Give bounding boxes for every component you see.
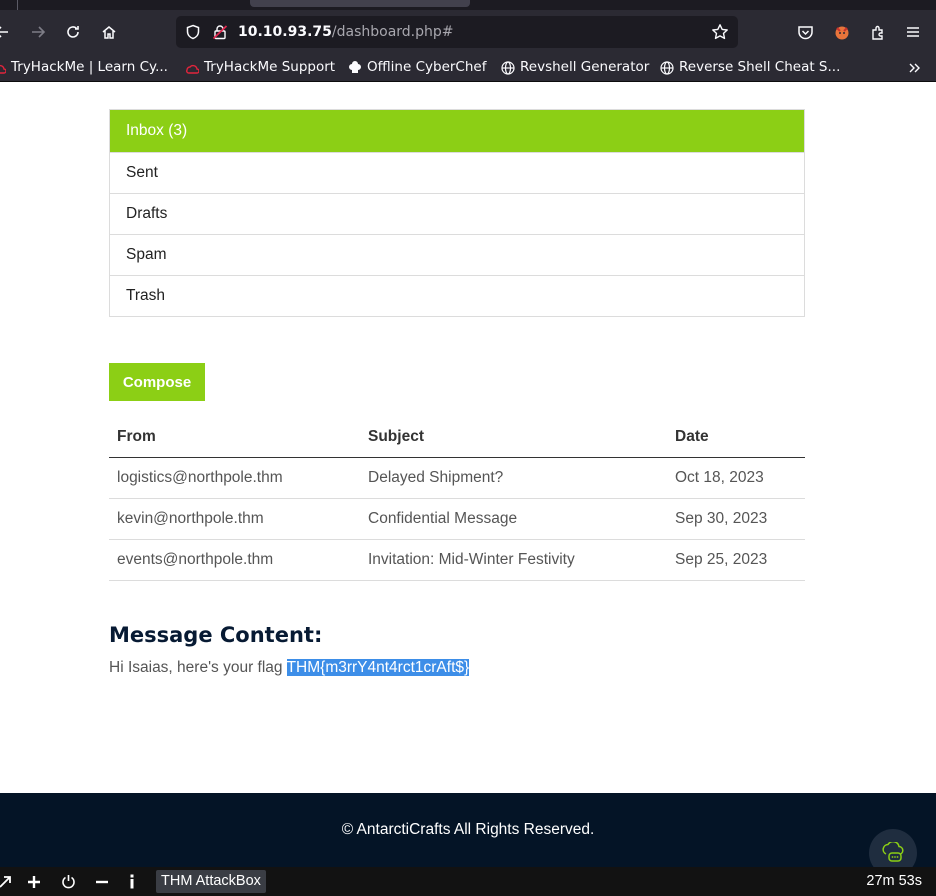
email-from: logistics@northpole.thm <box>109 457 360 499</box>
email-date: Sep 30, 2023 <box>667 498 805 540</box>
folder-list: Inbox (3) Sent Drafts Spam Trash <box>109 109 805 317</box>
reload-icon[interactable] <box>59 10 87 54</box>
bookmark-label: Revshell Generator <box>520 59 650 75</box>
browser-toolbar: 10.10.93.75/dashboard.php# <box>0 10 936 54</box>
table-row[interactable]: kevin@northpole.thm Confidential Message… <box>109 498 805 540</box>
extension-fox-icon[interactable] <box>828 10 856 54</box>
table-row[interactable]: logistics@northpole.thm Delayed Shipment… <box>109 457 805 499</box>
bookmark-label: Reverse Shell Cheat S... <box>679 59 841 75</box>
folder-trash[interactable]: Trash <box>110 275 804 316</box>
pocket-icon[interactable] <box>791 10 819 54</box>
email-date: Oct 18, 2023 <box>667 457 805 499</box>
home-icon[interactable] <box>95 10 123 54</box>
bookmark-label: Offline CyberChef <box>367 59 487 75</box>
table-row[interactable]: events@northpole.thm Invitation: Mid-Win… <box>109 539 805 581</box>
hamburger-menu-icon[interactable] <box>899 10 927 54</box>
folder-spam[interactable]: Spam <box>110 234 804 275</box>
forward-arrow-icon[interactable] <box>24 10 52 54</box>
tab-strip <box>0 0 936 10</box>
attackbox-taskbar: THM AttackBox 27m 53s <box>0 867 936 896</box>
bookmark-label: TryHackMe Support <box>204 59 336 75</box>
bookmark-reverse-shell-cheat-sheet[interactable]: Reverse Shell Cheat S... <box>660 54 840 81</box>
email-subject[interactable]: Invitation: Mid-Winter Festivity <box>360 539 667 581</box>
expand-icon[interactable] <box>0 867 16 896</box>
email-subject[interactable]: Delayed Shipment? <box>360 457 667 499</box>
url-text[interactable]: 10.10.93.75/dashboard.php# <box>238 16 454 48</box>
address-bar[interactable]: 10.10.93.75/dashboard.php# <box>176 16 738 48</box>
column-header-date: Date <box>667 417 805 458</box>
session-timer: 27m 53s <box>866 873 922 889</box>
taskbar-app-attackbox[interactable]: THM AttackBox <box>156 870 266 893</box>
active-tab[interactable] <box>250 0 470 7</box>
plus-icon[interactable] <box>23 867 45 896</box>
bookmark-tryhackme[interactable]: TryHackMe | Learn Cy... <box>0 54 168 81</box>
site-footer: © AntarctiCrafts All Rights Reserved. <box>0 793 936 867</box>
email-table: From Subject Date logistics@northpole.th… <box>109 417 805 581</box>
folder-inbox[interactable]: Inbox (3) <box>110 110 804 152</box>
compose-button[interactable]: Compose <box>109 363 205 401</box>
chef-hat-icon <box>348 60 362 75</box>
extensions-icon[interactable] <box>864 10 892 54</box>
insecure-lock-icon[interactable] <box>212 16 228 48</box>
bookmark-revshell-generator[interactable]: Revshell Generator <box>501 54 649 81</box>
page-content: Inbox (3) Sent Drafts Spam Trash Compose… <box>0 82 936 793</box>
info-icon[interactable] <box>121 867 143 896</box>
chevrons-right-icon[interactable] <box>908 54 922 81</box>
email-from: events@northpole.thm <box>109 539 360 581</box>
url-path: /dashboard.php# <box>331 24 454 40</box>
message-content-title: Message Content: <box>109 623 323 647</box>
flag-text[interactable]: THM{m3rrY4nt4rct1crAft$} <box>286 659 470 676</box>
bookmarks-toolbar: TryHackMe | Learn Cy... TryHackMe Suppor… <box>0 54 936 82</box>
url-host: 10.10.93.75 <box>238 24 332 40</box>
tryhackme-icon <box>185 61 199 75</box>
back-arrow-icon[interactable] <box>0 10 16 54</box>
folder-sent[interactable]: Sent <box>110 152 804 193</box>
email-date: Sep 25, 2023 <box>667 539 805 581</box>
footer-copyright: © AntarctiCrafts All Rights Reserved. <box>341 821 595 838</box>
shield-icon[interactable] <box>185 16 201 48</box>
folder-drafts[interactable]: Drafts <box>110 193 804 234</box>
minus-icon[interactable] <box>91 867 113 896</box>
column-header-subject: Subject <box>360 417 667 458</box>
bookmark-tryhackme-support[interactable]: TryHackMe Support <box>185 54 335 81</box>
email-from: kevin@northpole.thm <box>109 498 360 540</box>
bookmark-label: TryHackMe | Learn Cy... <box>11 59 168 75</box>
message-content-body: Hi Isaias, here's your flag THM{m3rrY4nt… <box>109 659 470 677</box>
tab-separator <box>17 0 18 10</box>
power-icon[interactable] <box>57 867 79 896</box>
table-header-row: From Subject Date <box>109 417 805 458</box>
column-header-from: From <box>109 417 360 458</box>
bookmark-star-icon[interactable] <box>708 16 732 48</box>
email-subject[interactable]: Confidential Message <box>360 498 667 540</box>
bookmark-offline-cyberchef[interactable]: Offline CyberChef <box>348 54 486 81</box>
tryhackme-icon <box>0 61 6 75</box>
message-text: Hi Isaias, here's your flag <box>109 659 287 676</box>
globe-icon <box>660 60 674 75</box>
globe-icon <box>501 60 515 75</box>
